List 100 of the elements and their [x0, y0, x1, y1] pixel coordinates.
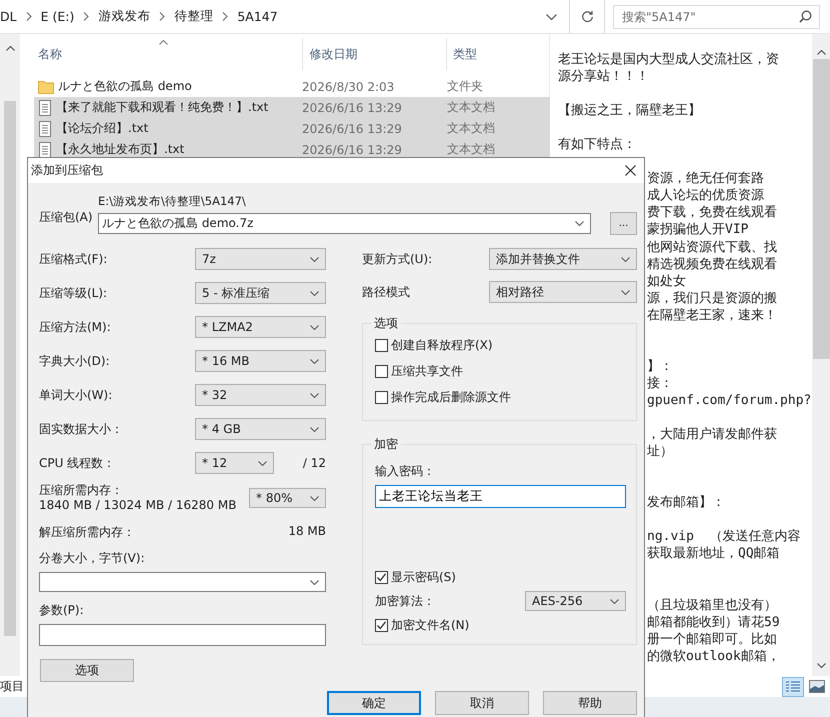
- file-type: 文件夹: [447, 78, 484, 95]
- scrollbar[interactable]: [0, 34, 20, 676]
- scrollbar-thumb[interactable]: [812, 59, 830, 359]
- chevron-up-icon: [6, 46, 14, 51]
- checkbox-label: 操作完成后删除源文件: [391, 388, 511, 406]
- details-view-button[interactable]: [782, 676, 804, 696]
- preview-text-line: 的微软outlook邮箱，: [647, 648, 780, 664]
- checkbox[interactable]: [375, 364, 388, 378]
- browse-button[interactable]: ...: [610, 212, 637, 235]
- file-date: 2026/8/30 2:03: [302, 80, 396, 94]
- file-date: 2026/6/16 13:29: [302, 142, 403, 156]
- preview-text-line: 蒙拐骗他人开VIP: [647, 222, 748, 238]
- scrollbar-thumb[interactable]: [4, 101, 16, 636]
- field-label: 压缩包(A): [39, 209, 94, 226]
- dropdown[interactable]: * 32: [195, 384, 326, 406]
- file-row[interactable]: 【论坛介绍】.txt 2026/6/16 13:29 文本文档: [34, 118, 550, 139]
- archive-name-field[interactable]: ルナと色欲の孤島 demo.7z: [98, 213, 591, 234]
- checkbox-label: 创建自释放程序(X): [391, 336, 493, 354]
- preview-text-line: ng.vip （发送任意内容: [647, 529, 801, 544]
- dialog-button[interactable]: 取消: [435, 691, 529, 715]
- chevron-down-icon: [310, 256, 319, 262]
- field-label: 压缩格式(F):: [39, 250, 108, 268]
- checkbox[interactable]: [375, 570, 388, 584]
- chevron-down-icon: [258, 460, 267, 466]
- breadcrumb-item[interactable]: E (E:): [34, 9, 80, 24]
- group-title: 加密: [373, 436, 399, 453]
- file-date: 2026/6/16 13:29: [302, 100, 403, 114]
- chevron-down-icon: [310, 324, 319, 330]
- volume-size-field[interactable]: [39, 572, 326, 592]
- options-button[interactable]: 选项: [40, 659, 134, 682]
- dropdown[interactable]: * 80%: [249, 488, 326, 508]
- breadcrumb-item[interactable]: 5A147: [231, 9, 284, 24]
- parameters-field[interactable]: [39, 624, 326, 646]
- file-name: 【论坛介绍】.txt: [56, 120, 148, 137]
- column-header[interactable]: 类型: [447, 38, 549, 70]
- checkbox[interactable]: [375, 618, 388, 632]
- preview-text-line: 源，我们只是资源的搬: [647, 290, 777, 306]
- scrollbar[interactable]: [812, 34, 830, 676]
- column-header[interactable]: 名称: [32, 38, 304, 70]
- checkbox[interactable]: [375, 390, 388, 404]
- preview-text-line: 接：: [647, 376, 673, 391]
- preview-text-line: 获取最新地址，QQ邮箱: [647, 546, 780, 562]
- field-label: 加密算法：: [375, 592, 435, 610]
- details-view-icon: [785, 680, 801, 694]
- preview-text-line: 精选视频免费在线观看: [647, 256, 777, 272]
- field-label: 固实数据大小：: [39, 420, 123, 438]
- preview-text-line: 资源，绝无任何套路: [647, 171, 764, 186]
- dropdown[interactable]: 5 - 标准压缩: [195, 282, 326, 304]
- memory-usage-text: 1840 MB / 13024 MB / 16280 MB: [39, 498, 236, 513]
- breadcrumb-item[interactable]: DL: [0, 9, 23, 24]
- file-row[interactable]: ルナと色欲の孤島 demo 2026/8/30 2:03 文件夹: [34, 76, 550, 97]
- preview-text-line: 有如下特点：: [558, 137, 636, 152]
- column-header[interactable]: 修改日期: [303, 38, 448, 70]
- checkbox-label: 显示密码(S): [391, 568, 456, 586]
- chevron-right-icon: [159, 12, 166, 21]
- file-name: 【来了就能下载和观看！纯免费！】.txt: [56, 99, 268, 116]
- breadcrumb-item[interactable]: 游戏发布: [92, 8, 156, 25]
- chevron-down-icon: [310, 496, 319, 500]
- field-label: 单词大小(W):: [39, 386, 112, 404]
- dialog-title: 添加到压缩包: [31, 162, 103, 179]
- archive-path: E:\游戏发布\待整理\5A147\: [98, 195, 247, 208]
- file-name: ルナと色欲の孤島 demo: [58, 78, 192, 95]
- chevron-down-icon: [610, 598, 619, 604]
- chevron-down-icon: [621, 256, 630, 262]
- chevron-down-icon: [310, 580, 319, 584]
- preview-text-line: 册一个邮箱即可。比如: [647, 632, 777, 647]
- text-document-icon: [38, 120, 52, 136]
- chevron-down-icon: [575, 221, 584, 226]
- dropdown[interactable]: AES-256: [525, 591, 626, 611]
- preview-text-line: 】：: [647, 358, 673, 374]
- sort-up-icon: [159, 40, 168, 45]
- dropdown[interactable]: * 12: [195, 452, 274, 474]
- preview-text-line: ，大陆用户请发邮件获: [647, 427, 777, 442]
- search-field[interactable]: 搜索"5A147": [613, 4, 820, 28]
- breadcrumb-item[interactable]: 待整理: [168, 8, 220, 25]
- field-label: 压缩方法(M):: [39, 318, 111, 336]
- dropdown[interactable]: * 4 GB: [195, 418, 326, 440]
- dropdown[interactable]: * 16 MB: [195, 350, 326, 372]
- close-icon: [625, 165, 636, 176]
- field-label: 解压缩所需内存：: [39, 524, 135, 541]
- checkbox[interactable]: [375, 338, 388, 352]
- dropdown[interactable]: * LZMA2: [195, 316, 326, 338]
- group-title: 选项: [373, 315, 399, 332]
- dialog-button[interactable]: 帮助: [543, 691, 637, 715]
- thread-max-text: / 12: [302, 456, 326, 470]
- dialog-button[interactable]: 确定: [327, 691, 421, 715]
- field-label: 输入密码：: [375, 463, 436, 480]
- address-bar[interactable]: DL E (E:) 游戏发布 待整理 5A147: [0, 0, 570, 33]
- close-button[interactable]: [625, 165, 636, 176]
- checkmark-icon: [376, 620, 387, 630]
- file-row[interactable]: 【来了就能下载和观看！纯免费！】.txt 2026/6/16 13:29 文本文档: [34, 97, 550, 118]
- dropdown[interactable]: 7z: [195, 248, 326, 270]
- dropdown[interactable]: 添加并替换文件: [489, 248, 637, 270]
- preview-text-line: 他网站资源代下载、找: [647, 240, 777, 255]
- preview-text-line: 邮箱都能收到）请花59: [647, 614, 780, 630]
- password-field[interactable]: 上老王论坛当老王: [375, 485, 626, 508]
- dropdown[interactable]: 相对路径: [489, 281, 637, 303]
- chevron-down-icon: [816, 663, 826, 668]
- preview-text-line: 址）: [647, 444, 673, 460]
- chevron-down-icon: [310, 358, 319, 364]
